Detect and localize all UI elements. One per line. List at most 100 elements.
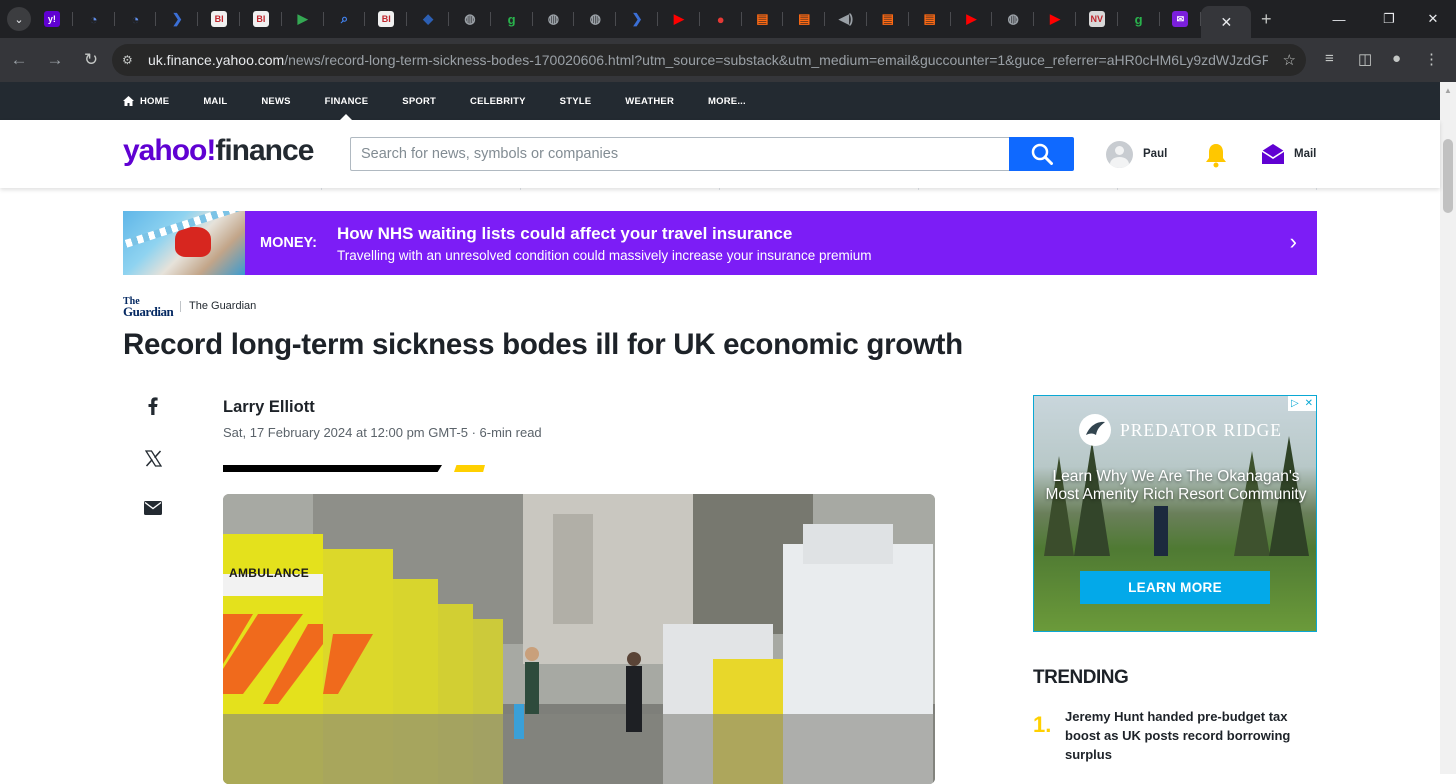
browser-tab[interactable]: g — [1118, 0, 1160, 38]
ad-copy: Learn Why We Are The Okanagan's Most Ame… — [1045, 468, 1307, 503]
url-text[interactable]: uk.finance.yahoo.com/news/record-long-te… — [148, 52, 1268, 68]
reading-list-icon[interactable]: ≡ — [1325, 50, 1334, 67]
menu-kebab-icon[interactable]: ⋮ — [1424, 50, 1439, 68]
bell-icon[interactable] — [1204, 142, 1228, 168]
browser-tab[interactable]: ● — [700, 0, 742, 38]
user-avatar[interactable] — [1106, 141, 1133, 168]
nav-item-weather[interactable]: WEATHER — [625, 82, 674, 120]
browser-tab[interactable]: BI — [240, 0, 282, 38]
money-promo-banner[interactable]: MONEY: How NHS waiting lists could affec… — [123, 211, 1317, 275]
new-tab-icon[interactable]: + — [1251, 9, 1281, 30]
forward-icon[interactable]: → — [38, 43, 72, 77]
author-name[interactable]: Larry Elliott — [223, 398, 315, 417]
chevron-right-icon[interactable]: › — [1290, 229, 1297, 255]
mail-label[interactable]: Mail — [1294, 148, 1316, 160]
tab-favicon-icon: ◔ — [89, 11, 98, 27]
browser-tab[interactable]: ⌕ — [324, 0, 366, 38]
logo-finance-text: finance — [215, 134, 314, 167]
home-icon[interactable] — [123, 96, 134, 106]
nav-item-sport[interactable]: SPORT — [402, 82, 436, 120]
browser-tab[interactable]: ❯ — [616, 0, 658, 38]
browser-tab[interactable]: ◍ — [449, 0, 491, 38]
browser-tab[interactable]: ▤ — [742, 0, 784, 38]
nav-item-news[interactable]: NEWS — [261, 82, 290, 120]
trending-title: TRENDING — [1033, 667, 1129, 688]
scrollbar-thumb[interactable] — [1443, 139, 1453, 213]
nav-item-finance[interactable]: FINANCE — [325, 82, 369, 120]
browser-tab[interactable]: ◔ — [115, 0, 157, 38]
browser-tab[interactable]: ◍ — [574, 0, 616, 38]
article-headline: Record long-term sickness bodes ill for … — [123, 328, 963, 361]
window-close-icon[interactable]: ✕ — [1410, 0, 1456, 38]
x-share-icon[interactable] — [143, 448, 163, 468]
browser-tab[interactable]: y! — [31, 0, 73, 38]
ad-brand: PREDATOR RIDGE — [1120, 419, 1282, 440]
tab-favicon-icon: ▶ — [673, 11, 684, 26]
back-icon[interactable]: ← — [2, 43, 36, 77]
browser-tab[interactable]: ◀) — [825, 0, 867, 38]
browser-tab[interactable]: ✉ — [1160, 0, 1202, 38]
site-info-icon[interactable]: ⚙ — [122, 53, 142, 67]
page-scrollbar[interactable]: ▲ — [1440, 82, 1456, 774]
nav-item-celebrity[interactable]: CELEBRITY — [470, 82, 526, 120]
article-photo[interactable]: AMBULANCE — [223, 494, 935, 784]
browser-toolbar: ← → ↻ ⚙ uk.finance.yahoo.com/news/record… — [0, 38, 1456, 82]
nav-item-style[interactable]: STYLE — [560, 82, 592, 120]
browser-tab[interactable]: ◔ — [73, 0, 115, 38]
divider-bar-yellow — [454, 465, 485, 472]
browser-tab[interactable]: BI — [198, 0, 240, 38]
restore-icon[interactable]: ❐ — [1366, 0, 1412, 38]
side-panel-icon[interactable]: ◫ — [1358, 50, 1372, 68]
active-tab-close-icon[interactable]: ✕ — [1201, 6, 1252, 38]
email-share-icon[interactable] — [143, 498, 163, 518]
browser-tab[interactable]: BI — [365, 0, 407, 38]
browser-tab[interactable]: ▶ — [282, 0, 324, 38]
search-button[interactable] — [1009, 137, 1074, 171]
browser-tab[interactable]: ◍ — [992, 0, 1034, 38]
tab-favicon-icon: BI — [252, 11, 269, 27]
browser-tab[interactable]: ◆ — [407, 0, 449, 38]
browser-tab[interactable]: ◍ — [533, 0, 575, 38]
nav-item-home[interactable]: HOME — [140, 82, 169, 120]
search-icon — [1031, 143, 1053, 165]
scroll-up-icon[interactable]: ▲ — [1444, 86, 1452, 95]
tab-search-dropdown-icon[interactable]: ⌄ — [7, 7, 31, 31]
tab-favicon-icon: ● — [716, 11, 725, 27]
adchoices-icon[interactable]: ▷ ✕ — [1288, 396, 1316, 411]
advertisement[interactable]: PREDATOR RIDGE Learn Why We Are The Okan… — [1033, 395, 1317, 632]
nav-item-mail[interactable]: MAIL — [203, 82, 227, 120]
banner-title[interactable]: How NHS waiting lists could affect your … — [337, 224, 872, 244]
profile-icon[interactable]: ● — [1392, 50, 1401, 67]
source-name[interactable]: The Guardian — [189, 300, 256, 312]
browser-tab[interactable]: ▤ — [909, 0, 951, 38]
trending-item-link[interactable]: Jeremy Hunt handed pre-budget tax boost … — [1065, 707, 1305, 764]
browser-tab[interactable]: ▤ — [783, 0, 825, 38]
user-name[interactable]: Paul — [1143, 148, 1167, 160]
yahoo-finance-logo[interactable]: yahoo!finance — [123, 134, 314, 168]
browser-tab[interactable]: ▶ — [658, 0, 700, 38]
bookmark-star-icon[interactable]: ☆ — [1283, 51, 1296, 69]
browser-tab[interactable]: ▶ — [951, 0, 993, 38]
browser-tab[interactable]: ▤ — [867, 0, 909, 38]
browser-tab[interactable]: g — [491, 0, 533, 38]
learn-more-button[interactable]: LEARN MORE — [1080, 571, 1270, 604]
browser-tab[interactable]: NV — [1076, 0, 1118, 38]
browser-tab[interactable]: ❯ — [156, 0, 198, 38]
tab-favicon-icon: ◀) — [838, 11, 854, 26]
tab-favicon-icon: ❯ — [631, 11, 643, 26]
tab-favicon-icon: NV — [1088, 11, 1105, 27]
tab-favicon-icon: g — [1134, 11, 1143, 27]
browser-tab[interactable]: ▶ — [1034, 0, 1076, 38]
site-header: yahoo!finance Paul Mail — [0, 120, 1440, 188]
minimize-icon[interactable]: — — [1316, 0, 1362, 38]
tab-favicon-icon: ▤ — [756, 11, 769, 26]
address-bar[interactable]: ⚙ uk.finance.yahoo.com/news/record-long-… — [112, 44, 1306, 76]
reload-icon[interactable]: ↻ — [74, 43, 108, 77]
nav-item-more[interactable]: MORE... — [708, 82, 746, 120]
tab-favicon-icon: ▤ — [798, 11, 811, 26]
ambulance-sign: AMBULANCE — [229, 566, 310, 580]
facebook-share-icon[interactable] — [143, 396, 163, 416]
mail-icon[interactable] — [1261, 142, 1285, 166]
search-input[interactable] — [350, 137, 1010, 171]
trending-rank: 1. — [1033, 712, 1052, 737]
